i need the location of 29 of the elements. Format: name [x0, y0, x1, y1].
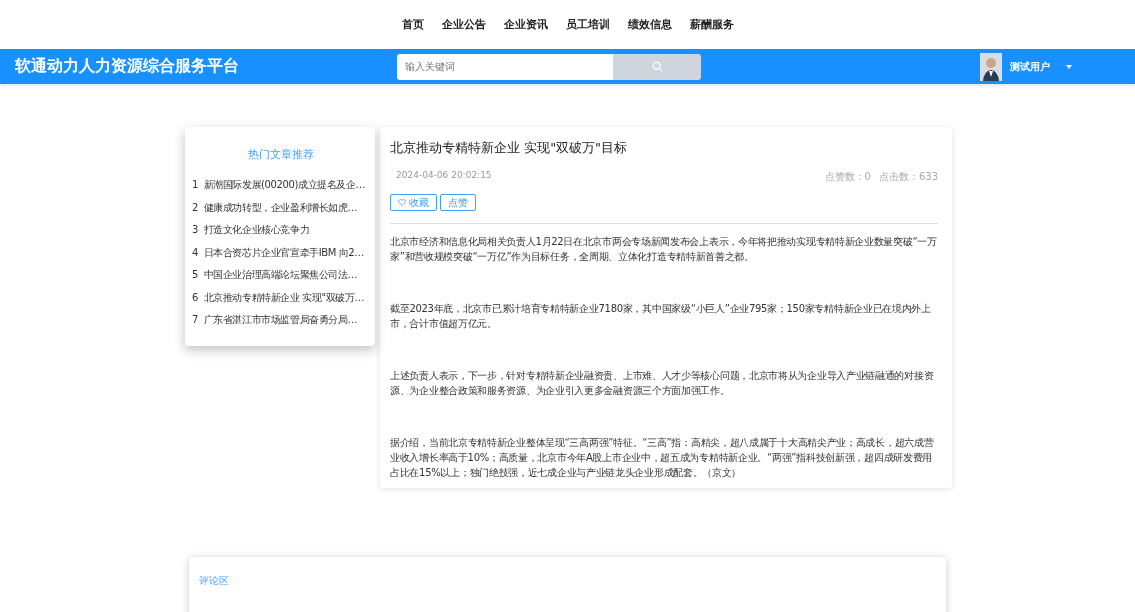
nav-link[interactable]: 员工培训 [565, 15, 610, 34]
search-button[interactable] [613, 53, 701, 80]
nav-link[interactable]: 企业公告 [441, 15, 486, 34]
article-paragraph: 上述负责人表示，下一步，针对专精特新企业融资贵、上市难、人才少等核心问题，北京市将从为企业导入产业链融通的对接资源、为企业整合政策和服务资源、为企业引入更多金融资源三个方面加强工作。 [390, 369, 935, 398]
nav-link[interactable]: 首页 [401, 15, 424, 34]
article-link[interactable]: 4 日本合资芯片企业官宣牵手IBM 向2… [192, 241, 364, 264]
nav-link[interactable]: 企业资讯 [503, 15, 548, 34]
article-paragraph: 北京市经济和信息化局相关负责人1月22日在北京市两会专场新闻发布会上表示，今年将把推动实现专精特新企业数量突破“一万家”和营收规模突破“一万亿”作为目标任务，全周期、立体化打造专精特新首善之都。 [390, 235, 938, 264]
article-link[interactable]: 2 健康成功转型，企业盈利增长如虎… [192, 196, 358, 219]
like-count: 点赞数：0 [824, 170, 871, 184]
article-title: 北京推动专精特新企业 实现"双破万"目标 [390, 139, 629, 157]
article-link[interactable]: 5 中国企业治理高端论坛聚焦公司法… [192, 264, 358, 287]
publish-date: 2024-04-06 20:02:15 [396, 170, 492, 182]
caret-icon[interactable] [1066, 64, 1072, 69]
click-count: 点击数：633 [878, 170, 938, 184]
nav-link[interactable]: 薪酬服务 [689, 15, 734, 34]
article-link[interactable]: 7 广东省湛江市市场监管局奋勇分局… [192, 309, 358, 332]
article-link[interactable]: 1 新潮国际发展(00200)成立提名及企… [192, 174, 366, 197]
article-paragraph: 据介绍，当前北京专精特新企业整体呈现“三高两强”特征。“三高”指：高精尖，超八成属于十大高精尖产业；高成长，超六成营业收入增长率高于10%；高质量，北京市今年A股上市企业中，超五成为专精特新企业。“两强”指科技创新强，超四成研发费用占比在15%以上；独门绝技强，近七成企业与产业链龙头企业形成配套。（京文） [390, 436, 935, 480]
heart-icon [398, 199, 406, 206]
search-field[interactable]: 输入关键词 [397, 53, 613, 80]
article-paragraph: 截至2023年底，北京市已累计培育专精特新企业7180家，其中国家级“小巨人”企业795家；150家专精特新企业已在境内外上市，合计市值超万亿元。 [390, 302, 932, 331]
article-link[interactable]: 6 北京推动专精特新企业 实现"双破万… [192, 286, 365, 309]
comments-title: 评论区 [199, 575, 229, 586]
nav-link[interactable]: 绩效信息 [627, 15, 672, 34]
search-icon [651, 61, 663, 72]
sidebar-title: 热门文章推荐 [247, 147, 315, 162]
article-link[interactable]: 3 打造文化企业核心竞争力 [192, 219, 310, 242]
site-title: 软通动力人力资源综合服务平台 [15, 56, 240, 77]
